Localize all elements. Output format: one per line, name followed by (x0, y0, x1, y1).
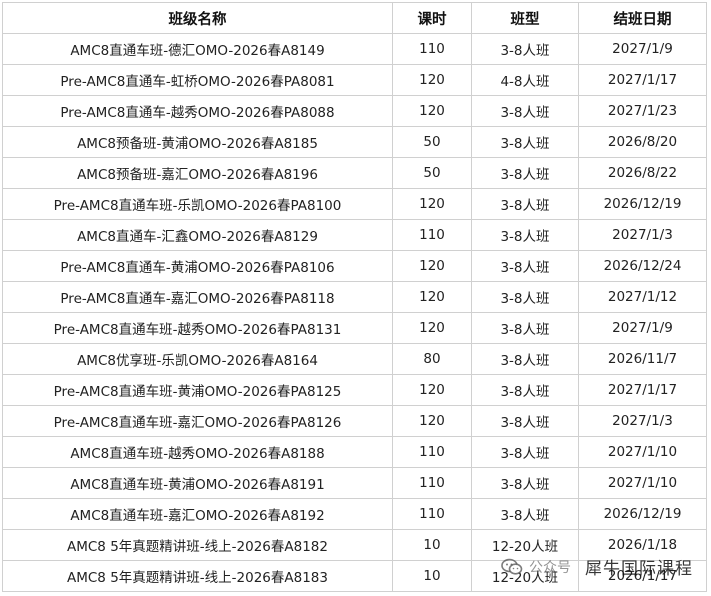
table-body: AMC8直通车班-德汇OMO-2026春A8149 110 3-8人班 2027/1/… (2, 33, 707, 592)
cell-class-name: Pre-AMC8直通车班-乐凯OMO-2026春PA8100 (2, 188, 393, 220)
cell-end-date: 2026/8/20 (578, 126, 707, 158)
cell-class-type: 12-20人班 (471, 560, 579, 592)
cell-hours: 50 (392, 157, 472, 189)
table-row: AMC8预备班-黄浦OMO-2026春A8185 50 3-8人班 2026/8/20 (2, 126, 707, 158)
cell-class-type: 3-8人班 (471, 250, 579, 282)
cell-hours: 10 (392, 529, 472, 561)
cell-end-date: 2027/1/3 (578, 219, 707, 251)
cell-hours: 10 (392, 560, 472, 592)
cell-class-name: AMC8直通车班-越秀OMO-2026春A8188 (2, 436, 393, 468)
cell-class-name: Pre-AMC8直通车-嘉汇OMO-2026春PA8118 (2, 281, 393, 313)
cell-class-type: 3-8人班 (471, 467, 579, 499)
cell-hours: 110 (392, 467, 472, 499)
cell-class-name: AMC8预备班-嘉汇OMO-2026春A8196 (2, 157, 393, 189)
cell-end-date: 2026/12/19 (578, 498, 707, 530)
cell-hours: 120 (392, 374, 472, 406)
cell-end-date: 2026/12/19 (578, 188, 707, 220)
cell-class-name: Pre-AMC8直通车班-嘉汇OMO-2026春PA8126 (2, 405, 393, 437)
cell-end-date: 2026/1/17 (578, 560, 707, 592)
cell-class-name: Pre-AMC8直通车-黄浦OMO-2026春PA8106 (2, 250, 393, 282)
cell-end-date: 2027/1/10 (578, 436, 707, 468)
table-row: Pre-AMC8直通车班-乐凯OMO-2026春PA8100 120 3-8人班 20… (2, 188, 707, 220)
table-row: AMC8预备班-嘉汇OMO-2026春A8196 50 3-8人班 2026/8/22 (2, 157, 707, 189)
cell-class-name: Pre-AMC8直通车班-黄浦OMO-2026春PA8125 (2, 374, 393, 406)
cell-class-type: 3-8人班 (471, 188, 579, 220)
table-row: Pre-AMC8直通车-虹桥OMO-2026春PA8081 120 4-8人班 202… (2, 64, 707, 96)
class-schedule-table-container: 班级名称 课时 班型 结班日期 AMC8直通车班-德汇OMO-2026春A814… (2, 2, 707, 592)
cell-class-type: 12-20人班 (471, 529, 579, 561)
cell-class-name: Pre-AMC8直通车-虹桥OMO-2026春PA8081 (2, 64, 393, 96)
cell-class-type: 3-8人班 (471, 219, 579, 251)
cell-end-date: 2026/11/7 (578, 343, 707, 375)
cell-hours: 120 (392, 405, 472, 437)
table-row: AMC8 5年真题精讲班-线上-2026春A8183 10 12-20人班 2026/… (2, 560, 707, 592)
cell-end-date: 2027/1/9 (578, 312, 707, 344)
cell-class-type: 3-8人班 (471, 95, 579, 127)
cell-hours: 110 (392, 436, 472, 468)
cell-class-type: 3-8人班 (471, 374, 579, 406)
cell-class-type: 3-8人班 (471, 312, 579, 344)
table-row: AMC8直通车-汇鑫OMO-2026春A8129 110 3-8人班 2027/1/3 (2, 219, 707, 251)
header-hours: 课时 (392, 2, 472, 34)
cell-class-type: 4-8人班 (471, 64, 579, 96)
cell-hours: 120 (392, 281, 472, 313)
table-row: AMC8直通车班-嘉汇OMO-2026春A8192 110 3-8人班 2026/12… (2, 498, 707, 530)
cell-class-name: AMC8直通车班-德汇OMO-2026春A8149 (2, 33, 393, 65)
cell-class-type: 3-8人班 (471, 405, 579, 437)
cell-class-name: AMC8优享班-乐凯OMO-2026春A8164 (2, 343, 393, 375)
table-row: Pre-AMC8直通车-黄浦OMO-2026春PA8106 120 3-8人班 202… (2, 250, 707, 282)
cell-end-date: 2027/1/17 (578, 64, 707, 96)
cell-class-name: AMC8直通车班-黄浦OMO-2026春A8191 (2, 467, 393, 499)
table-row: AMC8直通车班-德汇OMO-2026春A8149 110 3-8人班 2027/1/… (2, 33, 707, 65)
table-row: Pre-AMC8直通车-嘉汇OMO-2026春PA8118 120 3-8人班 202… (2, 281, 707, 313)
cell-end-date: 2027/1/10 (578, 467, 707, 499)
cell-hours: 120 (392, 95, 472, 127)
cell-end-date: 2026/1/18 (578, 529, 707, 561)
table-row: Pre-AMC8直通车班-黄浦OMO-2026春PA8125 120 3-8人班 20… (2, 374, 707, 406)
table-row: Pre-AMC8直通车班-越秀OMO-2026春PA8131 120 3-8人班 20… (2, 312, 707, 344)
cell-hours: 120 (392, 64, 472, 96)
cell-hours: 120 (392, 250, 472, 282)
header-class-name: 班级名称 (2, 2, 393, 34)
cell-class-type: 3-8人班 (471, 281, 579, 313)
table-row: Pre-AMC8直通车班-嘉汇OMO-2026春PA8126 120 3-8人班 20… (2, 405, 707, 437)
cell-class-name: Pre-AMC8直通车班-越秀OMO-2026春PA8131 (2, 312, 393, 344)
cell-end-date: 2027/1/3 (578, 405, 707, 437)
cell-class-name: AMC8 5年真题精讲班-线上-2026春A8182 (2, 529, 393, 561)
cell-class-name: Pre-AMC8直通车-越秀OMO-2026春PA8088 (2, 95, 393, 127)
table-row: AMC8直通车班-黄浦OMO-2026春A8191 110 3-8人班 2027/1/… (2, 467, 707, 499)
cell-end-date: 2027/1/17 (578, 374, 707, 406)
cell-hours: 120 (392, 188, 472, 220)
cell-hours: 120 (392, 312, 472, 344)
cell-end-date: 2026/12/24 (578, 250, 707, 282)
cell-class-name: AMC8 5年真题精讲班-线上-2026春A8183 (2, 560, 393, 592)
cell-end-date: 2027/1/12 (578, 281, 707, 313)
cell-hours: 50 (392, 126, 472, 158)
cell-hours: 110 (392, 498, 472, 530)
header-end-date: 结班日期 (578, 2, 707, 34)
table-row: AMC8直通车班-越秀OMO-2026春A8188 110 3-8人班 2027/1/… (2, 436, 707, 468)
cell-class-type: 3-8人班 (471, 498, 579, 530)
cell-class-type: 3-8人班 (471, 436, 579, 468)
table-row: AMC8优享班-乐凯OMO-2026春A8164 80 3-8人班 2026/11/7 (2, 343, 707, 375)
cell-hours: 110 (392, 219, 472, 251)
cell-class-name: AMC8预备班-黄浦OMO-2026春A8185 (2, 126, 393, 158)
cell-hours: 80 (392, 343, 472, 375)
table-row: Pre-AMC8直通车-越秀OMO-2026春PA8088 120 3-8人班 202… (2, 95, 707, 127)
cell-class-type: 3-8人班 (471, 343, 579, 375)
cell-class-type: 3-8人班 (471, 33, 579, 65)
header-class-type: 班型 (471, 2, 579, 34)
cell-hours: 110 (392, 33, 472, 65)
cell-end-date: 2027/1/23 (578, 95, 707, 127)
class-schedule-table: 班级名称 课时 班型 结班日期 AMC8直通车班-德汇OMO-2026春A814… (2, 2, 707, 592)
cell-class-name: AMC8直通车班-嘉汇OMO-2026春A8192 (2, 498, 393, 530)
cell-class-type: 3-8人班 (471, 157, 579, 189)
cell-end-date: 2027/1/9 (578, 33, 707, 65)
cell-end-date: 2026/8/22 (578, 157, 707, 189)
table-header-row: 班级名称 课时 班型 结班日期 (2, 2, 707, 34)
cell-class-type: 3-8人班 (471, 126, 579, 158)
table-row: AMC8 5年真题精讲班-线上-2026春A8182 10 12-20人班 2026/… (2, 529, 707, 561)
cell-class-name: AMC8直通车-汇鑫OMO-2026春A8129 (2, 219, 393, 251)
